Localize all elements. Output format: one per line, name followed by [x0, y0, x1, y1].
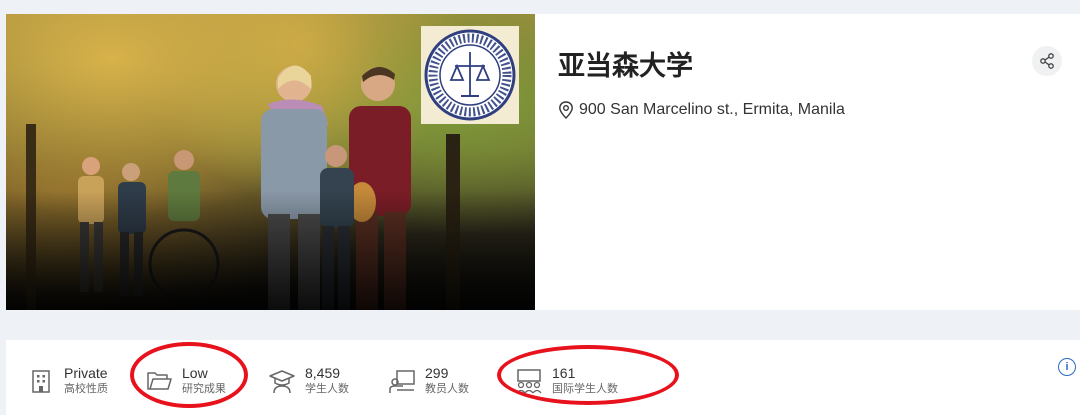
stat-school-type: Private 高校性质: [28, 366, 108, 396]
location-pin-icon: [559, 101, 573, 119]
stat-label: 高校性质: [64, 383, 108, 395]
stat-faculty-count: 299 教员人数: [389, 366, 469, 396]
stat-label: 教员人数: [425, 383, 469, 395]
highlight-circle-international: [497, 345, 679, 405]
stat-student-count: 8,459 学生人数: [269, 366, 349, 396]
stat-value: Private: [64, 365, 108, 381]
university-name: 亚当森大学: [558, 51, 693, 81]
teacher-icon: [389, 370, 415, 393]
university-address: 900 San Marcelino st., Ermita, Manila: [558, 101, 845, 119]
stat-value: 299: [425, 365, 449, 381]
university-logo: [421, 26, 519, 124]
photo-shadow: [6, 190, 535, 310]
graduation-cap-icon: [269, 370, 295, 394]
share-icon: [1040, 53, 1054, 69]
highlight-circle-research: [130, 342, 248, 408]
stat-label: 学生人数: [305, 383, 349, 395]
address-text: 900 San Marcelino st., Ermita, Manila: [579, 101, 845, 118]
university-header-card: 亚当森大学 900 San Marcelino st., Ermita, Man…: [6, 14, 1080, 310]
info-icon[interactable]: i: [1058, 358, 1076, 376]
building-icon: [32, 370, 50, 393]
stat-value: 8,459: [305, 365, 341, 381]
share-button[interactable]: [1032, 46, 1062, 76]
